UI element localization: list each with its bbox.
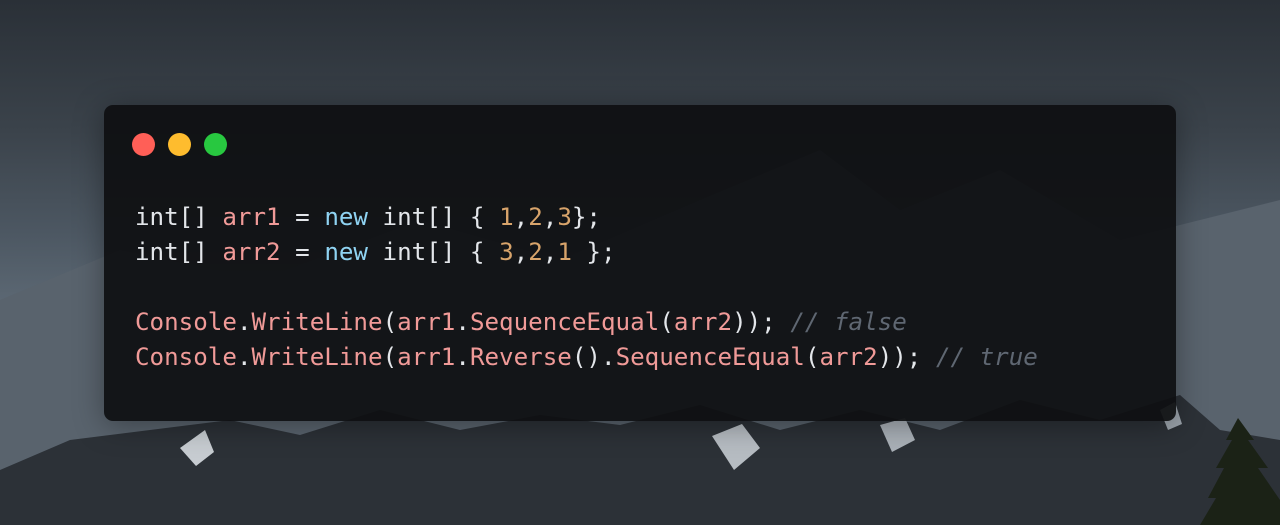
code-token-text: ( [382, 343, 398, 371]
code-window: int[] arr1 = new int[] { 1,2,3}; int[] ar… [104, 105, 1176, 421]
code-token-identifier: arr1 [397, 308, 456, 336]
code-token-comment: // true [935, 343, 1038, 371]
code-token-number: 1 [557, 238, 572, 266]
code-token-identifier: arr1 [397, 343, 456, 371]
code-token-text: , [542, 238, 558, 266]
code-token-text: . [455, 343, 470, 371]
code-token-keyword: new [324, 203, 368, 231]
code-token-identifier: WriteLine [251, 343, 383, 371]
code-token-text: }; [571, 203, 601, 231]
code-token-text: ( [659, 308, 674, 336]
code-token-number: 3 [499, 238, 514, 266]
code-token-identifier: SequenceEqual [469, 308, 660, 336]
code-line: int[] arr2 = new int[] { 3,2,1 }; [135, 235, 1038, 270]
code-token-identifier: Console [135, 308, 237, 336]
code-line: int[] arr1 = new int[] { 1,2,3}; [135, 200, 1038, 235]
code-token-identifier: arr2 [222, 238, 281, 266]
code-token-number: 1 [499, 203, 514, 231]
code-token-text: , [542, 203, 558, 231]
code-line: Console.WriteLine(arr1.SequenceEqual(arr… [135, 305, 1038, 340]
code-token-text: int[] [135, 203, 223, 231]
code-token-text: int[] { [368, 238, 500, 266]
maximize-button[interactable] [204, 133, 227, 156]
code-token-text: int[] { [368, 203, 500, 231]
code-token-text: )); [732, 308, 791, 336]
code-token-text: (). [571, 343, 616, 371]
code-token-text: ( [804, 343, 820, 371]
code-token-identifier: Reverse [469, 343, 572, 371]
code-token-identifier: arr2 [819, 343, 878, 371]
code-token-number: 3 [557, 203, 572, 231]
code-token-identifier: arr1 [222, 203, 281, 231]
code-block: int[] arr1 = new int[] { 1,2,3}; int[] ar… [135, 200, 1038, 375]
code-token-text: ( [382, 308, 398, 336]
code-line: Console.WriteLine(arr1.Reverse().Sequenc… [135, 340, 1038, 375]
code-token-text: . [236, 308, 252, 336]
code-token-text: , [513, 238, 529, 266]
code-token-text: . [455, 308, 470, 336]
close-button[interactable] [132, 133, 155, 156]
code-token-text: }; [571, 238, 616, 266]
code-token-text: . [236, 343, 252, 371]
window-controls [132, 133, 227, 156]
code-token-text: )); [877, 343, 936, 371]
code-token-keyword: new [324, 238, 368, 266]
code-token-text: int[] [135, 238, 223, 266]
code-token-number: 2 [528, 238, 543, 266]
code-token-number: 2 [528, 203, 543, 231]
code-token-identifier: arr2 [673, 308, 733, 336]
code-token-text: = [280, 203, 325, 231]
code-token-identifier: WriteLine [251, 308, 383, 336]
code-token-identifier: SequenceEqual [615, 343, 805, 371]
code-token-text: , [513, 203, 529, 231]
code-token-comment: // false [790, 308, 907, 336]
minimize-button[interactable] [168, 133, 191, 156]
code-token-identifier: Console [135, 343, 237, 371]
code-token-text: = [280, 238, 325, 266]
